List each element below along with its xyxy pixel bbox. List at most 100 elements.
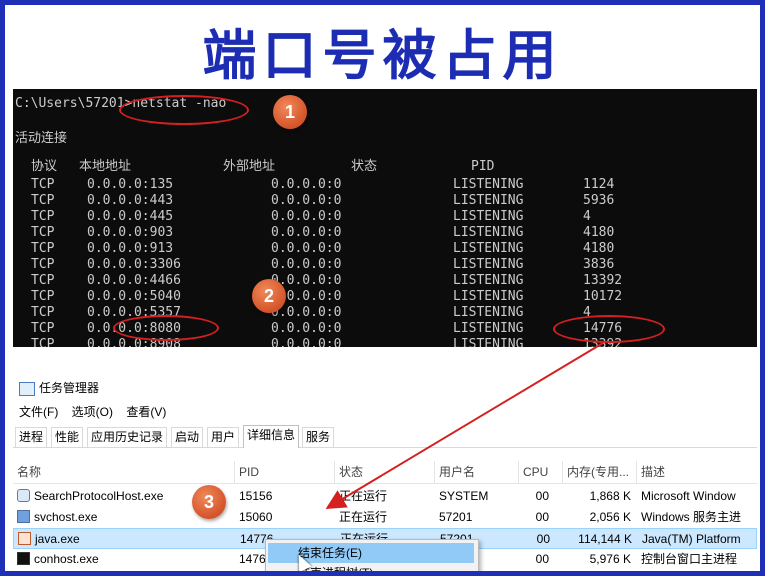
java-icon bbox=[18, 532, 31, 545]
netstat-cell: 4180 bbox=[583, 225, 615, 240]
column-user[interactable]: 用户名 bbox=[435, 461, 519, 483]
netstat-cell: TCP bbox=[31, 321, 55, 336]
task-manager-title-text: 任务管理器 bbox=[39, 381, 100, 395]
netstat-cell: 0.0.0.0:0 bbox=[271, 337, 342, 347]
tab-processes[interactable]: 进程 bbox=[15, 427, 48, 447]
step-badge-1: 1 bbox=[273, 95, 307, 129]
headline: 端口号被占用 bbox=[202, 23, 563, 87]
netstat-cell: 0.0.0.0:0 bbox=[271, 177, 342, 192]
process-row[interactable]: svchost.exe 15060 正在运行 57201 00 2,056 K Window… bbox=[13, 507, 757, 528]
netstat-cell: 4 bbox=[583, 209, 591, 224]
task-manager-title: 任务管理器 bbox=[19, 379, 99, 397]
process-name: conhost.exe bbox=[34, 552, 99, 566]
netstat-cell: 0.0.0.0:3306 bbox=[87, 257, 181, 272]
netstat-cell: 0.0.0.0:443 bbox=[87, 193, 174, 208]
tab-app-history[interactable]: 应用历史记录 bbox=[87, 427, 168, 447]
column-description[interactable]: 描述 bbox=[637, 461, 757, 483]
column-name[interactable]: 名称 bbox=[13, 461, 235, 483]
netstat-cell: TCP bbox=[31, 289, 55, 304]
tab-services[interactable]: 服务 bbox=[302, 427, 335, 447]
netstat-cell: 0.0.0.0:913 bbox=[87, 241, 174, 256]
process-mem-cell: 114,144 K bbox=[578, 532, 632, 546]
netstat-cell: TCP bbox=[31, 177, 55, 192]
menu-options[interactable]: 选项(O) bbox=[72, 405, 113, 419]
menu-bar: 文件(F) 选项(O) 查看(V) bbox=[19, 403, 176, 421]
netstat-cell: 0.0.0.0:445 bbox=[87, 209, 174, 224]
netstat-cell: 3836 bbox=[583, 257, 615, 272]
netstat-cell: LISTENING bbox=[453, 289, 524, 304]
netstat-cell: TCP bbox=[31, 209, 55, 224]
tab-details[interactable]: 详细信息 bbox=[243, 425, 300, 448]
netstat-header-cell: 协议 bbox=[31, 159, 58, 174]
annotation-ring-port bbox=[113, 315, 219, 341]
process-pid-cell: 15156 bbox=[239, 489, 273, 503]
process-desc-cell: Java(TM) Platform bbox=[642, 532, 741, 546]
end-process-tree-menu-item[interactable]: 结束进程树(T) bbox=[268, 564, 373, 571]
netstat-header-cell: 外部地址 bbox=[223, 159, 276, 174]
netstat-cell: 13392 bbox=[583, 273, 623, 288]
netstat-cell: TCP bbox=[31, 241, 55, 256]
step-badge-2: 2 bbox=[252, 279, 286, 313]
column-pid[interactable]: PID bbox=[235, 461, 335, 483]
tab-performance[interactable]: 性能 bbox=[51, 427, 84, 447]
netstat-cell: 0.0.0.0:4466 bbox=[87, 273, 181, 288]
cmd-section-title: 活动连接 bbox=[15, 131, 68, 146]
details-column-header: 名称 PID 状态 用户名 CPU 内存(专用... 描述 bbox=[13, 461, 757, 484]
netstat-cell: LISTENING bbox=[453, 321, 524, 336]
netstat-cell: LISTENING bbox=[453, 241, 524, 256]
process-cpu-cell: 00 bbox=[535, 489, 549, 503]
netstat-cell: 4180 bbox=[583, 241, 615, 256]
process-cpu-cell: 00 bbox=[535, 510, 549, 524]
process-name: svchost.exe bbox=[34, 510, 98, 524]
process-pid-cell: 15060 bbox=[239, 510, 273, 524]
netstat-header-cell: PID bbox=[471, 159, 495, 174]
netstat-cell: 0.0.0.0:903 bbox=[87, 225, 174, 240]
process-cpu-cell: 00 bbox=[536, 532, 550, 546]
netstat-cell: 0.0.0.0:0 bbox=[271, 241, 342, 256]
console-host-icon bbox=[17, 552, 30, 565]
menu-view[interactable]: 查看(V) bbox=[126, 405, 166, 419]
process-name-cell: conhost.exe bbox=[17, 549, 233, 570]
process-name-cell: java.exe bbox=[18, 529, 234, 550]
annotation-ring-command bbox=[119, 95, 249, 125]
step-badge-3: 3 bbox=[192, 485, 226, 519]
process-desc-cell: 控制台窗口主进程 bbox=[641, 552, 738, 566]
column-cpu[interactable]: CPU bbox=[519, 461, 563, 483]
process-desc-cell: Windows 服务主进 bbox=[641, 510, 742, 524]
menu-file[interactable]: 文件(F) bbox=[19, 405, 58, 419]
netstat-header-cell: 本地地址 bbox=[79, 159, 132, 174]
netstat-cell: TCP bbox=[31, 257, 55, 272]
process-row[interactable]: SearchProtocolHost.exe 15156 正在运行 SYSTEM 00 1… bbox=[13, 486, 757, 507]
process-cpu-cell: 00 bbox=[535, 552, 549, 566]
netstat-cell: LISTENING bbox=[453, 225, 524, 240]
netstat-cell: TCP bbox=[31, 305, 55, 320]
netstat-cell: TCP bbox=[31, 337, 55, 347]
netstat-cell: 5936 bbox=[583, 193, 615, 208]
process-name: java.exe bbox=[35, 532, 80, 546]
netstat-cell: TCP bbox=[31, 225, 55, 240]
process-status-cell: 正在运行 bbox=[339, 510, 388, 524]
process-user-cell: 57201 bbox=[439, 510, 473, 524]
task-manager-icon bbox=[19, 381, 35, 396]
netstat-header-cell: 状态 bbox=[351, 159, 378, 174]
process-mem-cell: 2,056 K bbox=[589, 510, 631, 524]
netstat-cell: LISTENING bbox=[453, 209, 524, 224]
netstat-cell: LISTENING bbox=[453, 193, 524, 208]
column-memory[interactable]: 内存(专用... bbox=[563, 461, 637, 483]
image-frame: 端口号被占用 C:\Users\57201>netstat -nao 活动连接 … bbox=[0, 0, 765, 576]
process-user-cell: SYSTEM bbox=[439, 489, 489, 503]
tab-startup[interactable]: 启动 bbox=[171, 427, 204, 447]
column-status[interactable]: 状态 bbox=[335, 461, 435, 483]
process-mem-cell: 1,868 K bbox=[589, 489, 631, 503]
task-manager-window: 任务管理器 文件(F) 选项(O) 查看(V) 进程 性能 应用历史记录 启动 … bbox=[13, 349, 757, 571]
service-host-icon bbox=[17, 510, 30, 523]
process-mem-cell: 5,976 K bbox=[589, 552, 631, 566]
netstat-cell: 10172 bbox=[583, 289, 623, 304]
netstat-cell: 0.0.0.0:0 bbox=[271, 209, 342, 224]
netstat-cell: 0.0.0.0:0 bbox=[271, 225, 342, 240]
netstat-cell: 0.0.0.0:135 bbox=[87, 177, 174, 192]
tab-users[interactable]: 用户 bbox=[207, 427, 240, 447]
search-host-icon bbox=[17, 489, 30, 502]
netstat-cell: LISTENING bbox=[453, 305, 524, 320]
tab-bar: 进程 性能 应用历史记录 启动 用户 详细信息 服务 bbox=[13, 425, 757, 448]
